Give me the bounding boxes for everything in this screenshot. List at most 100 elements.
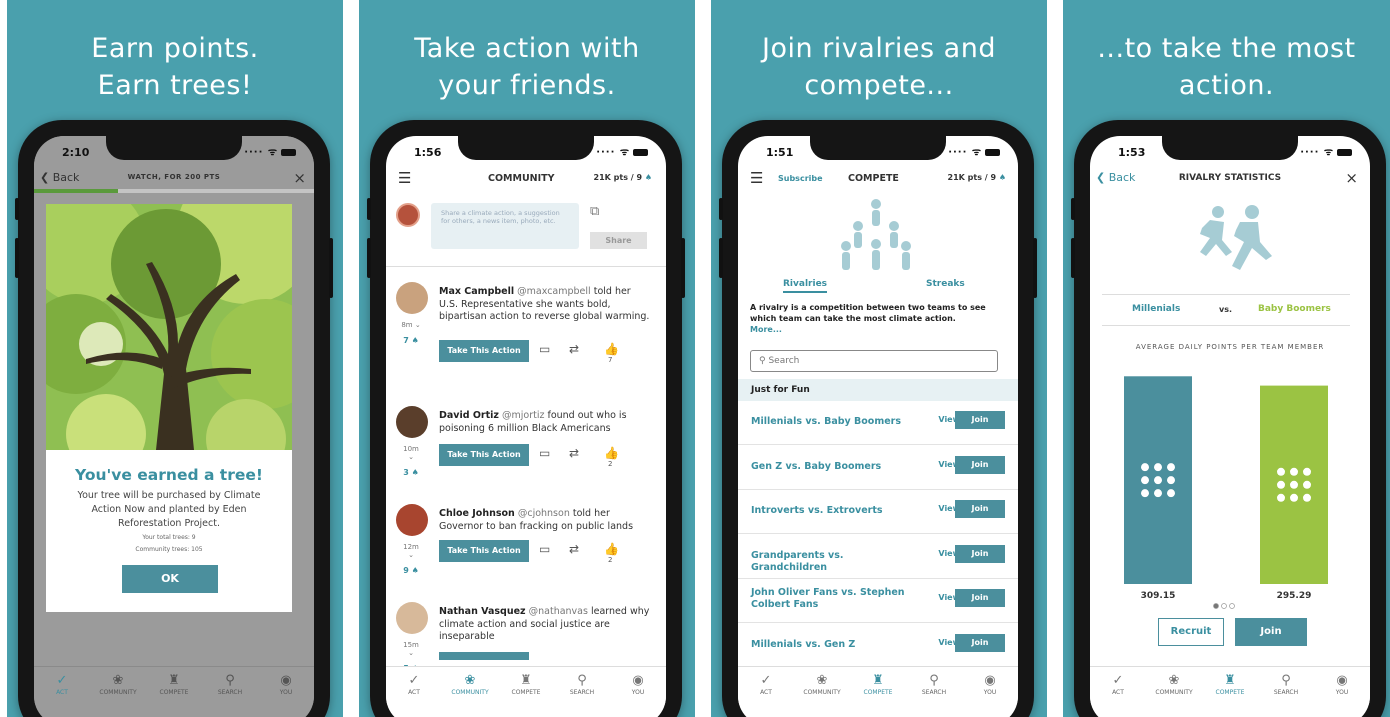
rivalry-description: A rivalry is a competition between two t… — [750, 303, 986, 334]
tab-you[interactable]: ◉ YOU — [258, 673, 314, 696]
panel-headline: Earn points. Earn trees! — [91, 33, 259, 101]
close-button[interactable]: × — [293, 169, 306, 187]
repost-icon[interactable]: ⇄ — [569, 446, 579, 460]
like-icon[interactable]: 👍 — [604, 542, 619, 556]
ok-button[interactable]: OK — [122, 565, 218, 593]
join-button[interactable]: Join — [955, 589, 1005, 607]
tab-you[interactable]: ◉ YOU — [610, 673, 666, 696]
trophy-icon: ♜ — [168, 673, 180, 688]
rivalry-row[interactable]: Introverts vs. Extroverts View Join — [738, 490, 1018, 534]
tab-search[interactable]: ⚲ SEARCH — [1258, 673, 1314, 696]
rivalry-row[interactable]: Grandparents vs. Grandchildren View Join — [738, 535, 1018, 579]
battery-icon — [1337, 148, 1352, 156]
recruit-button[interactable]: Recruit — [1158, 618, 1224, 646]
trophy-icon: ♜ — [1224, 673, 1236, 688]
join-button[interactable]: Join — [955, 633, 1005, 652]
tree-icon: ♠ — [411, 336, 419, 345]
community-icon: ❀ — [112, 673, 124, 688]
join-button[interactable]: Join — [955, 455, 1005, 474]
comment-icon[interactable]: ▭ — [539, 446, 550, 460]
check-icon: ✓ — [760, 673, 772, 688]
subscribe-link[interactable]: Subscribe — [778, 174, 823, 183]
rivalry-row[interactable]: Millenials vs. Baby Boomers View Join — [738, 401, 1018, 445]
take-action-button[interactable]: Take This Action — [439, 340, 529, 362]
take-action-button[interactable] — [439, 652, 529, 660]
rivalry-row[interactable]: John Oliver Fans vs. Stephen Colbert Fan… — [738, 579, 1018, 623]
avatar[interactable] — [396, 504, 428, 536]
status-time: 1:51 — [766, 146, 794, 159]
post-text: Chloe Johnson @cjohnson told her Governo… — [439, 508, 634, 532]
status-time: 1:53 — [1118, 146, 1146, 159]
community-trees: Community trees: 105 — [135, 546, 203, 553]
points-badge: 21K pts / 9 ♠ — [593, 173, 652, 182]
page-indicator-dot[interactable] — [1221, 603, 1227, 609]
tab-rivalries[interactable]: Rivalries — [783, 279, 828, 293]
page-title: COMPETE — [848, 173, 899, 184]
menu-icon[interactable]: ☰ — [398, 169, 411, 187]
join-button[interactable]: Join — [955, 500, 1005, 518]
tab-community[interactable]: ❀ COMMUNITY — [794, 673, 850, 696]
tab-compete[interactable]: ♜ COMPETE — [498, 673, 554, 696]
comment-icon[interactable]: ▭ — [539, 542, 550, 556]
like-icon[interactable]: 👍 — [604, 446, 619, 460]
progress-bar — [34, 189, 314, 193]
avatar[interactable] — [396, 282, 428, 314]
page-indicator-dot[interactable] — [1213, 603, 1219, 609]
community-icon: ❀ — [1168, 673, 1180, 688]
screen: 1:56 ···· ᯤ ☰ COMMUNITY 21K pts / 9 ♠ Sha… — [386, 136, 666, 717]
tab-bar: ✓ ACT ❀ COMMUNITY ♜ COMPETE ⚲ SEARCH ◉ YOU — [738, 666, 1018, 717]
tab-search[interactable]: ⚲ SEARCH — [906, 673, 962, 696]
tab-bar: ✓ ACT ❀ COMMUNITY ♜ COMPETE ⚲ SEARCH ◉ YOU — [34, 666, 314, 717]
tab-act[interactable]: ✓ ACT — [34, 673, 90, 696]
post-actions: Take This Action ▭ ⇄ 👍 2 — [439, 444, 629, 468]
panel-headline: Take action with your friends. — [414, 33, 640, 101]
tab-community[interactable]: ❀ COMMUNITY — [90, 673, 146, 696]
tab-community[interactable]: ❀ COMMUNITY — [442, 673, 498, 696]
check-icon: ✓ — [408, 673, 420, 688]
status-time: 2:10 — [62, 146, 90, 159]
repost-icon[interactable]: ⇄ — [569, 342, 579, 356]
pyramid-icon — [841, 199, 911, 270]
tab-you[interactable]: ◉ YOU — [962, 673, 1018, 696]
avatar[interactable] — [396, 406, 428, 438]
share-button[interactable]: Share — [590, 232, 647, 249]
tab-streaks[interactable]: Streaks — [926, 279, 965, 289]
phone-frame: 2:10···· ᯤ ❮ Back WATCH, FOR 200 PTS × — [15, 120, 333, 717]
tab-act[interactable]: ✓ ACT — [1090, 673, 1146, 696]
image-icon[interactable]: ⧉ — [590, 204, 599, 219]
status-time: 1:56 — [414, 146, 442, 159]
user-icon: ◉ — [632, 673, 644, 688]
rivalry-row[interactable]: Millenials vs. Gen Z View Join — [738, 624, 1018, 668]
menu-icon[interactable]: ☰ — [750, 169, 763, 187]
rivalry-row[interactable]: Gen Z vs. Baby Boomers View Join — [738, 446, 1018, 490]
join-button[interactable]: Join — [955, 544, 1005, 563]
check-icon: ✓ — [1112, 673, 1124, 688]
take-action-button[interactable]: Take This Action — [439, 540, 529, 562]
close-button[interactable]: × — [1345, 169, 1358, 187]
share-input[interactable]: Share a climate action, a suggestion for… — [431, 203, 579, 249]
tab-compete[interactable]: ♜ COMPETE — [1202, 673, 1258, 696]
take-action-button[interactable]: Take This Action — [439, 444, 529, 466]
comment-icon[interactable]: ▭ — [539, 342, 550, 356]
tab-you[interactable]: ◉ YOU — [1314, 673, 1370, 696]
tab-search[interactable]: ⚲ SEARCH — [202, 673, 258, 696]
tab-compete[interactable]: ♜ COMPETE — [850, 673, 906, 696]
tab-community[interactable]: ❀ COMMUNITY — [1146, 673, 1202, 696]
like-icon[interactable]: 👍 — [604, 342, 619, 356]
avatar[interactable] — [396, 602, 428, 634]
more-link[interactable]: More... — [750, 325, 782, 334]
tab-act[interactable]: ✓ ACT — [386, 673, 442, 696]
tab-search[interactable]: ⚲ SEARCH — [554, 673, 610, 696]
signal-icon: ···· ᯤ — [244, 144, 296, 158]
join-button[interactable]: Join — [1235, 618, 1307, 646]
repost-icon[interactable]: ⇄ — [569, 542, 579, 556]
join-button[interactable]: Join — [955, 411, 1005, 429]
battery-icon — [985, 148, 1000, 156]
panel-community: Take action with your friends. 1:56 ···· … — [359, 0, 695, 717]
page-indicator-dot[interactable] — [1229, 603, 1235, 609]
search-input[interactable]: ⚲ Search — [750, 350, 998, 372]
tree-photo — [46, 204, 292, 450]
tab-compete[interactable]: ♜ COMPETE — [146, 673, 202, 696]
tab-act[interactable]: ✓ ACT — [738, 673, 794, 696]
phone-frame: 1:53 ···· ᯤ ❮ Back RIVALRY STATISTICS × M… — [1071, 120, 1386, 717]
